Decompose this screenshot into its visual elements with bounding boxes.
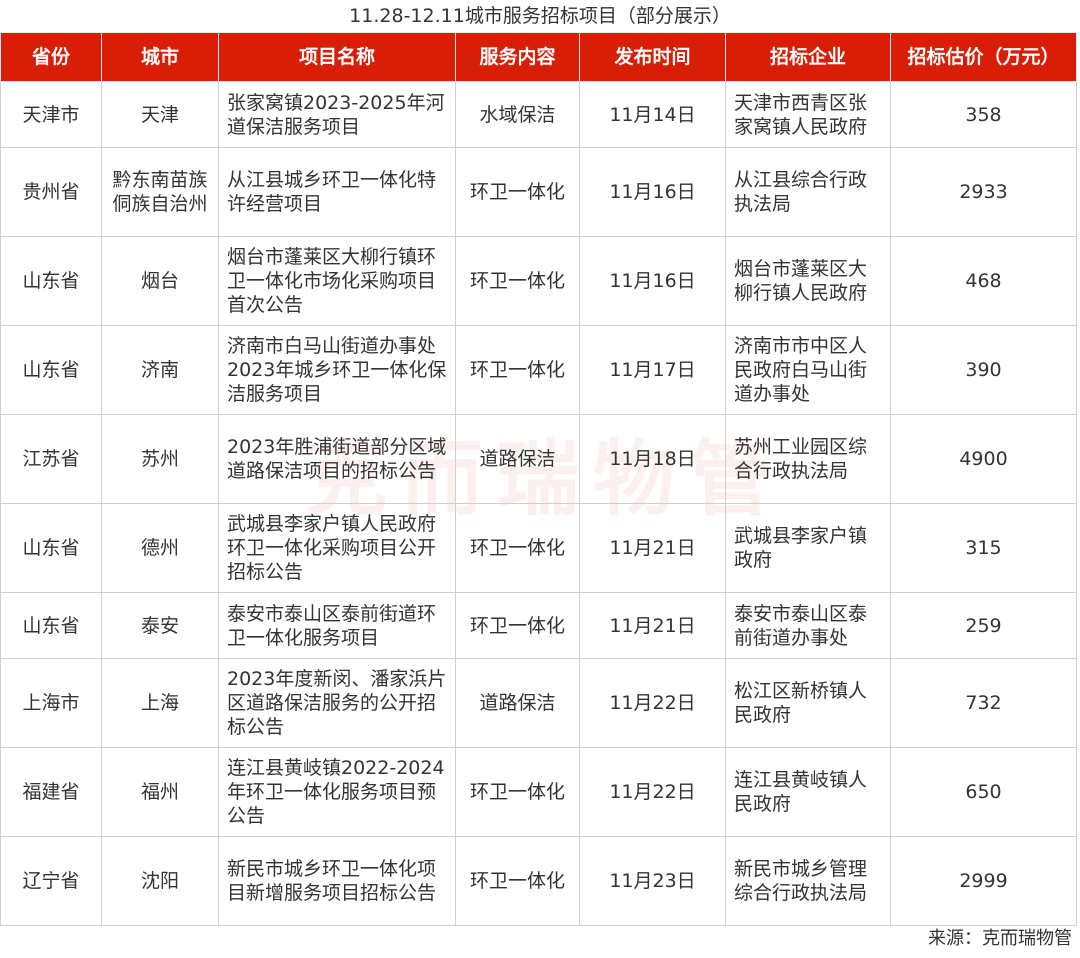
cell-date: 11月17日 bbox=[579, 325, 726, 415]
table-row: 山东省 济南 济南市白马山街道办事处2023年城乡环卫一体化保洁服务项目 环卫一… bbox=[0, 325, 1077, 415]
cell-service: 环卫一体化 bbox=[455, 592, 580, 659]
cell-company: 天津市西青区张家窝镇人民政府 bbox=[725, 81, 891, 148]
table-row: 福建省 福州 连江县黄岐镇2022-2024年环卫一体化服务项目预公告 环卫一体… bbox=[0, 747, 1077, 837]
cell-city: 福州 bbox=[101, 747, 219, 837]
cell-city: 天津 bbox=[101, 81, 219, 148]
cell-province: 江苏省 bbox=[0, 414, 102, 504]
header-company: 招标企业 bbox=[725, 32, 891, 82]
cell-price: 390 bbox=[890, 325, 1077, 415]
cell-date: 11月21日 bbox=[579, 503, 726, 593]
cell-price: 315 bbox=[890, 503, 1077, 593]
cell-price: 650 bbox=[890, 747, 1077, 837]
header-province: 省份 bbox=[0, 32, 102, 82]
header-project-name: 项目名称 bbox=[218, 32, 456, 82]
cell-price: 2933 bbox=[890, 147, 1077, 237]
cell-company: 从江县综合行政执法局 bbox=[725, 147, 891, 237]
cell-service: 道路保洁 bbox=[455, 414, 580, 504]
cell-city: 上海 bbox=[101, 658, 219, 748]
cell-company: 济南市市中区人民政府白马山街道办事处 bbox=[725, 325, 891, 415]
cell-date: 11月16日 bbox=[579, 236, 726, 326]
cell-service: 环卫一体化 bbox=[455, 747, 580, 837]
header-city: 城市 bbox=[101, 32, 219, 82]
cell-project-name: 2023年胜浦街道部分区域道路保洁项目的招标公告 bbox=[218, 414, 456, 504]
cell-city: 黔东南苗族侗族自治州 bbox=[101, 147, 219, 237]
cell-date: 11月22日 bbox=[579, 658, 726, 748]
cell-province: 贵州省 bbox=[0, 147, 102, 237]
cell-project-name: 新民市城乡环卫一体化项目新增服务项目招标公告 bbox=[218, 836, 456, 926]
table-row: 贵州省 黔东南苗族侗族自治州 从江县城乡环卫一体化特许经营项目 环卫一体化 11… bbox=[0, 147, 1077, 237]
table-row: 江苏省 苏州 2023年胜浦街道部分区域道路保洁项目的招标公告 道路保洁 11月… bbox=[0, 414, 1077, 504]
cell-project-name: 张家窝镇2023-2025年河道保洁服务项目 bbox=[218, 81, 456, 148]
cell-date: 11月18日 bbox=[579, 414, 726, 504]
cell-service: 环卫一体化 bbox=[455, 147, 580, 237]
cell-service: 水域保洁 bbox=[455, 81, 580, 148]
cell-company: 烟台市蓬莱区大柳行镇人民政府 bbox=[725, 236, 891, 326]
cell-province: 山东省 bbox=[0, 592, 102, 659]
cell-date: 11月21日 bbox=[579, 592, 726, 659]
table-row: 上海市 上海 2023年度新闵、潘家浜片区道路保洁服务的公开招标公告 道路保洁 … bbox=[0, 658, 1077, 748]
cell-date: 11月23日 bbox=[579, 836, 726, 926]
cell-project-name: 2023年度新闵、潘家浜片区道路保洁服务的公开招标公告 bbox=[218, 658, 456, 748]
cell-province: 山东省 bbox=[0, 503, 102, 593]
cell-project-name: 连江县黄岐镇2022-2024年环卫一体化服务项目预公告 bbox=[218, 747, 456, 837]
table-row: 山东省 泰安 泰安市泰山区泰前街道环卫一体化服务项目 环卫一体化 11月21日 … bbox=[0, 592, 1077, 659]
table-row: 山东省 德州 武城县李家户镇人民政府环卫一体化采购项目公开招标公告 环卫一体化 … bbox=[0, 503, 1077, 593]
cell-city: 苏州 bbox=[101, 414, 219, 504]
cell-service: 环卫一体化 bbox=[455, 503, 580, 593]
cell-city: 济南 bbox=[101, 325, 219, 415]
header-price: 招标估价（万元） bbox=[890, 32, 1077, 82]
header-service: 服务内容 bbox=[455, 32, 580, 82]
cell-company: 松江区新桥镇人民政府 bbox=[725, 658, 891, 748]
cell-company: 苏州工业园区综合行政执法局 bbox=[725, 414, 891, 504]
cell-service: 环卫一体化 bbox=[455, 325, 580, 415]
cell-service: 环卫一体化 bbox=[455, 836, 580, 926]
table-row: 山东省 烟台 烟台市蓬莱区大柳行镇环卫一体化市场化采购项目首次公告 环卫一体化 … bbox=[0, 236, 1077, 326]
cell-province: 辽宁省 bbox=[0, 836, 102, 926]
header-date: 发布时间 bbox=[579, 32, 726, 82]
cell-date: 11月16日 bbox=[579, 147, 726, 237]
cell-price: 4900 bbox=[890, 414, 1077, 504]
cell-project-name: 济南市白马山街道办事处2023年城乡环卫一体化保洁服务项目 bbox=[218, 325, 456, 415]
table-title: 11.28-12.11城市服务招标项目（部分展示） bbox=[349, 5, 731, 27]
cell-project-name: 武城县李家户镇人民政府环卫一体化采购项目公开招标公告 bbox=[218, 503, 456, 593]
cell-service: 环卫一体化 bbox=[455, 236, 580, 326]
cell-price: 732 bbox=[890, 658, 1077, 748]
cell-province: 福建省 bbox=[0, 747, 102, 837]
cell-province: 天津市 bbox=[0, 81, 102, 148]
cell-province: 上海市 bbox=[0, 658, 102, 748]
cell-price: 259 bbox=[890, 592, 1077, 659]
header-row: 省份 城市 项目名称 服务内容 发布时间 招标企业 招标估价（万元） bbox=[0, 32, 1077, 82]
cell-date: 11月22日 bbox=[579, 747, 726, 837]
cell-city: 德州 bbox=[101, 503, 219, 593]
cell-project-name: 泰安市泰山区泰前街道环卫一体化服务项目 bbox=[218, 592, 456, 659]
cell-project-name: 烟台市蓬莱区大柳行镇环卫一体化市场化采购项目首次公告 bbox=[218, 236, 456, 326]
table-row: 天津市 天津 张家窝镇2023-2025年河道保洁服务项目 水域保洁 11月14… bbox=[0, 81, 1077, 148]
cell-company: 连江县黄岐镇人民政府 bbox=[725, 747, 891, 837]
cell-price: 358 bbox=[890, 81, 1077, 148]
cell-company: 新民市城乡管理综合行政执法局 bbox=[725, 836, 891, 926]
cell-price: 2999 bbox=[890, 836, 1077, 926]
cell-date: 11月14日 bbox=[579, 81, 726, 148]
cell-province: 山东省 bbox=[0, 325, 102, 415]
cell-company: 武城县李家户镇政府 bbox=[725, 503, 891, 593]
tender-table: 省份 城市 项目名称 服务内容 发布时间 招标企业 招标估价（万元） 天津市 天… bbox=[0, 32, 1077, 926]
cell-price: 468 bbox=[890, 236, 1077, 326]
cell-company: 泰安市泰山区泰前街道办事处 bbox=[725, 592, 891, 659]
cell-project-name: 从江县城乡环卫一体化特许经营项目 bbox=[218, 147, 456, 237]
cell-province: 山东省 bbox=[0, 236, 102, 326]
cell-city: 泰安 bbox=[101, 592, 219, 659]
source-note: 来源：克而瑞物管 bbox=[928, 928, 1072, 949]
cell-city: 沈阳 bbox=[101, 836, 219, 926]
cell-city: 烟台 bbox=[101, 236, 219, 326]
table-row: 辽宁省 沈阳 新民市城乡环卫一体化项目新增服务项目招标公告 环卫一体化 11月2… bbox=[0, 836, 1077, 926]
cell-service: 道路保洁 bbox=[455, 658, 580, 748]
